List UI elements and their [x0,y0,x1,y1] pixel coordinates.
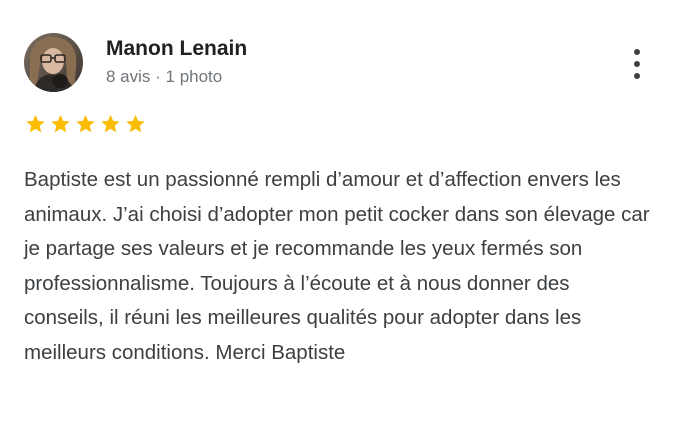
more-vertical-icon [634,49,640,55]
avatar[interactable] [24,33,83,92]
more-vertical-icon [634,61,640,67]
author-meta[interactable]: 8 avis · 1 photo [106,66,222,88]
more-options-button[interactable] [622,44,652,84]
star-icon [49,113,72,135]
star-icon [24,113,47,135]
review-text: Baptiste est un passionné rempli d’amour… [24,168,650,364]
star-rating [24,113,147,135]
review-card: Manon Lenain 8 avis · 1 photo Baptiste e… [0,0,676,422]
star-icon [99,113,122,135]
star-icon [74,113,97,135]
more-vertical-icon [634,73,640,79]
star-icon [124,113,147,135]
author-name[interactable]: Manon Lenain [106,36,247,62]
